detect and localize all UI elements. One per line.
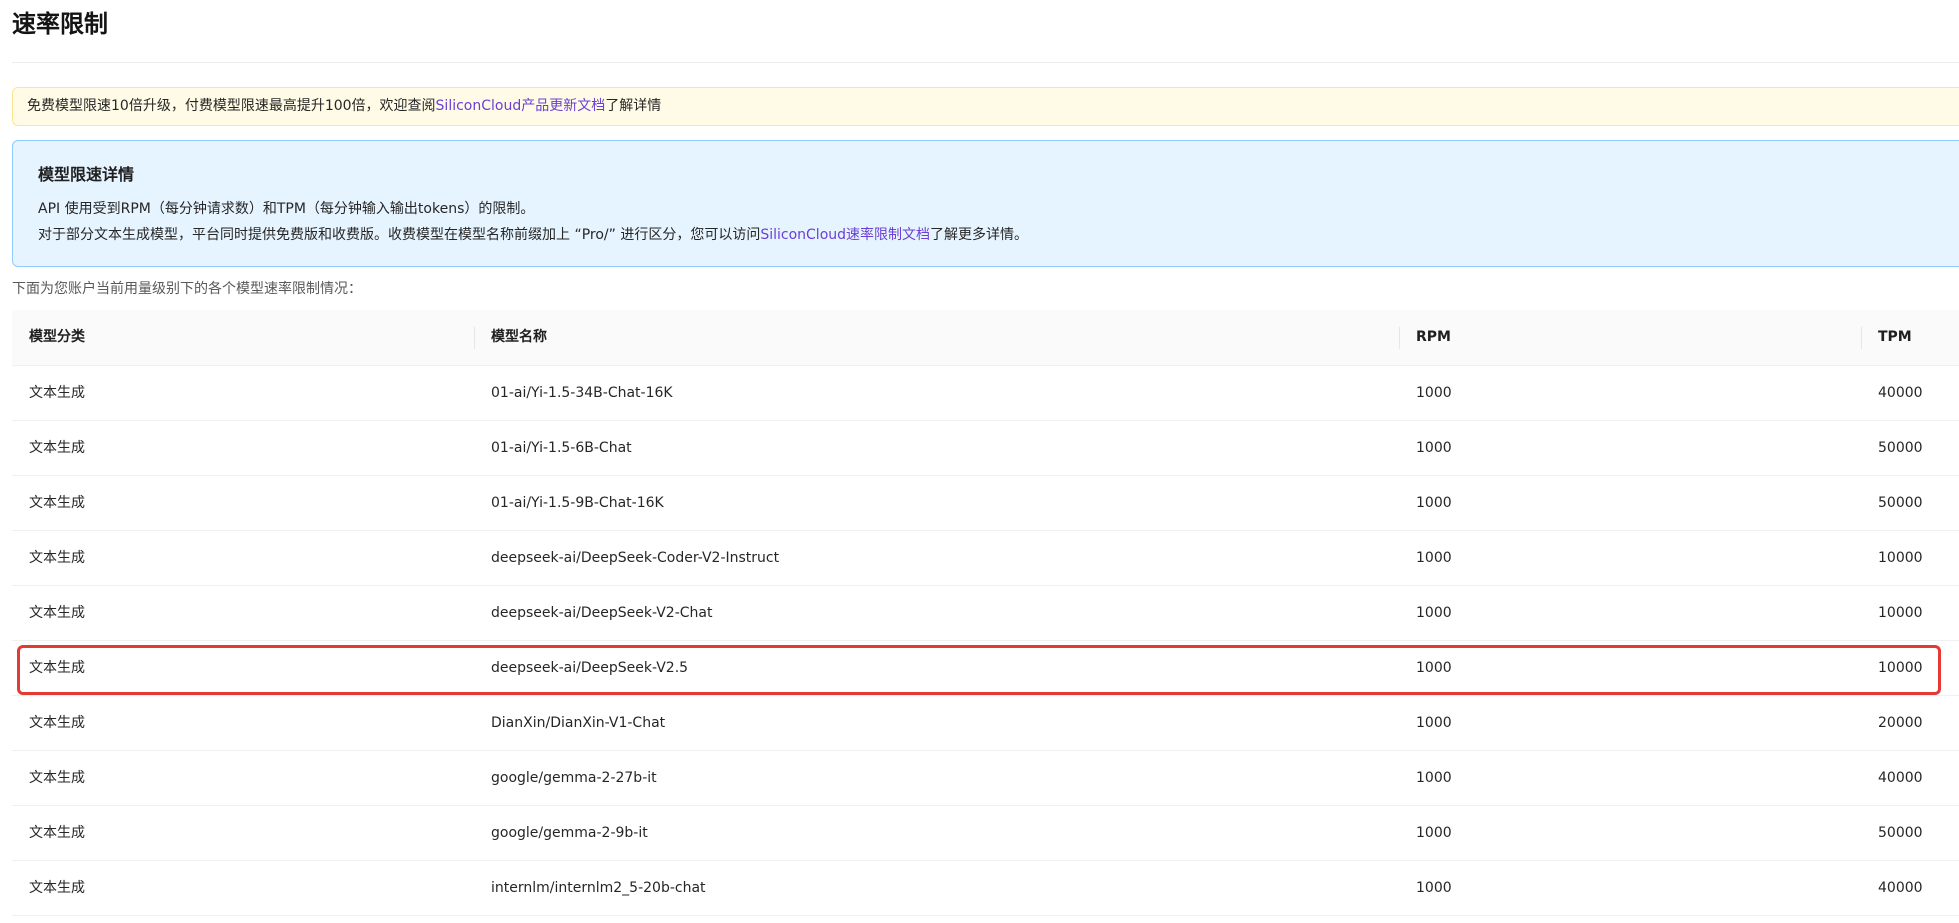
notice-text: 免费模型限速10倍升级，付费模型限速最高提升100倍，欢迎查阅	[27, 98, 436, 114]
cell-tpm: 40000	[1878, 385, 1923, 401]
cell-rpm: 1000	[1416, 715, 1452, 731]
upgrade-notice-banner: 免费模型限速10倍升级，付费模型限速最高提升100倍，欢迎查阅SiliconCl…	[12, 87, 1959, 126]
cell-tpm: 20000	[1878, 715, 1923, 731]
cell-rpm: 1000	[1416, 550, 1452, 566]
cell-model-name: deepseek-ai/DeepSeek-Coder-V2-Instruct	[491, 550, 780, 566]
table-row: 文本生成 DianXin/DianXin-V1-Chat 1000 20000	[12, 696, 1959, 751]
cell-category: 文本生成	[29, 715, 85, 731]
info-title: 模型限速详情	[38, 165, 135, 184]
page: 速率限制 免费模型限速10倍升级，付费模型限速最高提升100倍，欢迎查阅Sili…	[0, 0, 1959, 923]
table-row: 文本生成 deepseek-ai/DeepSeek-V2-Chat 1000 1000…	[12, 586, 1959, 641]
title-divider	[12, 62, 1959, 63]
rate-limit-doc-link[interactable]: SiliconCloud速率限制文档	[760, 227, 930, 243]
cell-model-name: 01-ai/Yi-1.5-34B-Chat-16K	[491, 385, 673, 401]
cell-rpm: 1000	[1416, 825, 1452, 841]
table-row: 文本生成 deepseek-ai/DeepSeek-V2.5 1000 10000	[12, 641, 1959, 696]
header-tpm: TPM	[1878, 329, 1912, 345]
cell-tpm: 50000	[1878, 440, 1923, 456]
cell-rpm: 1000	[1416, 660, 1452, 676]
cell-category: 文本生成	[29, 825, 85, 841]
table-row: 文本生成 01-ai/Yi-1.5-34B-Chat-16K 1000 40000	[12, 366, 1959, 421]
table-row: 文本生成 01-ai/Yi-1.5-9B-Chat-16K 1000 50000	[12, 476, 1959, 531]
cell-model-name: deepseek-ai/DeepSeek-V2-Chat	[491, 605, 713, 621]
cell-category: 文本生成	[29, 880, 85, 896]
header-category: 模型分类	[29, 329, 85, 345]
cell-tpm: 10000	[1878, 550, 1923, 566]
cell-tpm: 40000	[1878, 770, 1923, 786]
info-line2-text: 对于部分文本生成模型，平台同时提供免费版和收费版。收费模型在模型名称前缀加上 “…	[38, 227, 761, 243]
cell-tpm: 50000	[1878, 495, 1923, 511]
cell-category: 文本生成	[29, 770, 85, 786]
cell-model-name: DianXin/DianXin-V1-Chat	[491, 715, 666, 731]
table-caption: 下面为您账户当前用量级别下的各个模型速率限制情况：	[12, 281, 362, 297]
cell-model-name: 01-ai/Yi-1.5-9B-Chat-16K	[491, 495, 664, 511]
info-line2-text-after: 了解更多详情。	[930, 227, 1029, 243]
table-row: 文本生成 internlm/internlm2_5-20b-chat 1000 400…	[12, 861, 1959, 916]
page-title: 速率限制	[12, 10, 108, 38]
cell-tpm: 10000	[1878, 660, 1923, 676]
header-separator	[1399, 327, 1400, 349]
rate-limit-info-box: 模型限速详情 API 使用受到RPM（每分钟请求数）和TPM（每分钟输入输出to…	[12, 140, 1959, 267]
header-separator	[1861, 327, 1862, 349]
cell-category: 文本生成	[29, 385, 85, 401]
cell-category: 文本生成	[29, 605, 85, 621]
cell-category: 文本生成	[29, 660, 85, 676]
cell-model-name: google/gemma-2-9b-it	[491, 825, 648, 841]
table-body: 文本生成 01-ai/Yi-1.5-34B-Chat-16K 1000 40000 文本…	[12, 366, 1959, 916]
cell-model-name: google/gemma-2-27b-it	[491, 770, 657, 786]
cell-tpm: 50000	[1878, 825, 1923, 841]
cell-rpm: 1000	[1416, 495, 1452, 511]
table-row: 文本生成 google/gemma-2-27b-it 1000 40000	[12, 751, 1959, 806]
table-row: 文本生成 01-ai/Yi-1.5-6B-Chat 1000 50000	[12, 421, 1959, 476]
notice-text-after: 了解详情	[605, 98, 662, 114]
table-row: 文本生成 deepseek-ai/DeepSeek-Coder-V2-Instru…	[12, 531, 1959, 586]
cell-rpm: 1000	[1416, 385, 1452, 401]
info-line-pro-models: 对于部分文本生成模型，平台同时提供免费版和收费版。收费模型在模型名称前缀加上 “…	[38, 224, 1028, 246]
cell-model-name: deepseek-ai/DeepSeek-V2.5	[491, 660, 689, 676]
header-rpm: RPM	[1416, 329, 1451, 345]
cell-category: 文本生成	[29, 550, 85, 566]
info-line-api-limits: API 使用受到RPM（每分钟请求数）和TPM（每分钟输入输出tokens）的限…	[38, 201, 535, 217]
cell-rpm: 1000	[1416, 605, 1452, 621]
product-update-doc-link[interactable]: SiliconCloud产品更新文档	[436, 98, 606, 114]
cell-tpm: 10000	[1878, 605, 1923, 621]
cell-model-name: internlm/internlm2_5-20b-chat	[491, 880, 706, 896]
cell-rpm: 1000	[1416, 440, 1452, 456]
rate-limit-table: 模型分类 模型名称 RPM TPM 文本生成 01-ai/Yi-1.5-34B-C…	[12, 310, 1959, 916]
cell-rpm: 1000	[1416, 880, 1452, 896]
cell-model-name: 01-ai/Yi-1.5-6B-Chat	[491, 440, 632, 456]
table-header: 模型分类 模型名称 RPM TPM	[12, 310, 1959, 366]
cell-category: 文本生成	[29, 495, 85, 511]
cell-tpm: 40000	[1878, 880, 1923, 896]
header-separator	[474, 327, 475, 349]
cell-rpm: 1000	[1416, 770, 1452, 786]
table-row: 文本生成 google/gemma-2-9b-it 1000 50000	[12, 806, 1959, 861]
header-model: 模型名称	[491, 329, 547, 345]
cell-category: 文本生成	[29, 440, 85, 456]
